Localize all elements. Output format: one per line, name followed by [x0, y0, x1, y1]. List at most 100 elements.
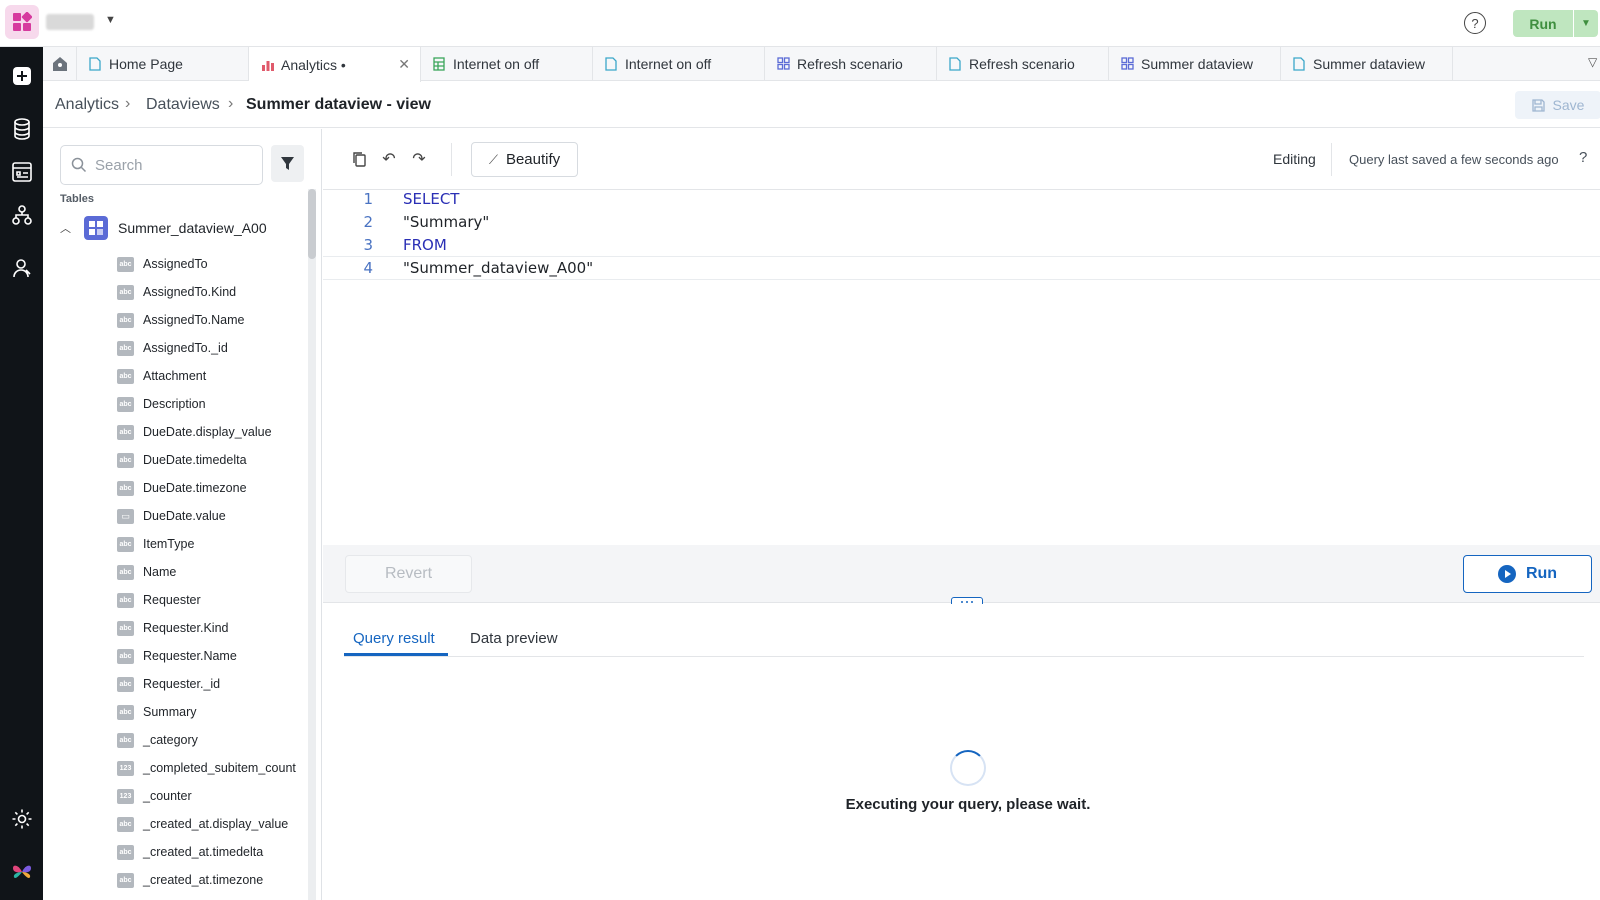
run-dropdown-caret-icon[interactable]: ▼ [1574, 10, 1598, 37]
text-type-icon: abc [117, 816, 134, 832]
database-icon[interactable] [10, 117, 33, 140]
chevron-down-icon[interactable]: ▽ [1588, 55, 1597, 69]
code-text: FROM [403, 236, 447, 254]
tab-query-result[interactable]: Query result [353, 630, 435, 647]
results-panel: Query result Data preview Executing your… [323, 604, 1600, 900]
column-name: Requester.Kind [143, 621, 229, 635]
breadcrumb-dataviews[interactable]: Dataviews [146, 96, 220, 114]
column-item[interactable]: abc Requester [117, 586, 296, 614]
column-item[interactable]: abc DueDate.timedelta [117, 446, 296, 474]
app-logo-icon[interactable] [5, 5, 39, 39]
text-type-icon: abc [117, 648, 134, 664]
column-item[interactable]: ▭ DueDate.value [117, 502, 296, 530]
executing-message: Executing your query, please wait. [845, 796, 1091, 813]
tab-internet-on-off-1[interactable]: Internet on off [421, 47, 593, 81]
run-button[interactable]: Run [1463, 555, 1592, 593]
plus-icon[interactable] [10, 64, 33, 87]
tab-analytics[interactable]: Analytics • ✕ [249, 47, 421, 82]
column-name: AssignedTo [143, 257, 208, 271]
tab-summer-dataview-1[interactable]: Summer dataview [1109, 47, 1281, 81]
help-icon[interactable]: ? [1579, 149, 1587, 166]
save-button[interactable]: Save [1515, 91, 1600, 119]
column-item[interactable]: abc Summary [117, 698, 296, 726]
column-name: _created_at.display_value [143, 817, 289, 831]
workspace-name-blurred[interactable] [46, 14, 94, 30]
tab-label: Internet on off [625, 56, 712, 72]
text-type-icon: abc [117, 592, 134, 608]
copy-icon[interactable] [349, 149, 369, 169]
column-item[interactable]: abc _category [117, 726, 296, 754]
text-type-icon: abc [117, 480, 134, 496]
loading-spinner-icon [950, 750, 986, 786]
column-item[interactable]: abc Description [117, 390, 296, 418]
column-item[interactable]: abc AssignedTo [117, 250, 296, 278]
tab-refresh-scenario-1[interactable]: Refresh scenario [765, 47, 937, 81]
sql-editor[interactable]: 1 SELECT 2 "Summary" 3 FROM 4 "Summer_da… [323, 190, 1600, 545]
tab-label: Home Page [109, 56, 183, 72]
dashboard-icon[interactable] [10, 160, 33, 183]
column-item[interactable]: abc AssignedTo.Kind [117, 278, 296, 306]
text-type-icon: abc [117, 312, 134, 328]
undo-icon[interactable]: ↶ [379, 149, 399, 169]
column-item[interactable]: abc DueDate.display_value [117, 418, 296, 446]
redo-icon[interactable]: ↷ [409, 149, 429, 169]
users-icon[interactable] [10, 256, 33, 279]
filter-button[interactable] [271, 145, 304, 182]
line-number: 4 [363, 259, 373, 277]
text-type-icon: abc [117, 564, 134, 580]
scrollbar-thumb[interactable] [308, 189, 316, 259]
tab-home-page[interactable]: Home Page [77, 47, 249, 81]
page-icon [605, 57, 619, 71]
column-item[interactable]: abc _created_at.timezone [117, 866, 296, 894]
column-name: _category [143, 733, 198, 747]
page-icon [949, 57, 963, 71]
table-item[interactable]: ︿ Summer_dataview_A00 [60, 215, 267, 241]
chevron-up-icon[interactable]: ︿ [60, 220, 74, 236]
question-circle-icon[interactable]: ? [1464, 12, 1486, 34]
floppy-icon [1531, 98, 1545, 112]
tab-summer-dataview-2[interactable]: Summer dataview [1281, 47, 1453, 81]
workspace-caret-icon[interactable]: ▼ [105, 14, 116, 26]
number-type-icon: 123 [117, 760, 134, 776]
column-item[interactable]: abc Requester._id [117, 670, 296, 698]
text-type-icon: abc [117, 284, 134, 300]
sheet-icon [433, 57, 447, 71]
text-type-icon: abc [117, 620, 134, 636]
column-name: _created_at.timezone [143, 873, 264, 887]
home-tab-icon[interactable] [43, 47, 77, 81]
top-run-button[interactable]: Run [1513, 10, 1573, 37]
play-icon [1497, 565, 1516, 583]
close-icon[interactable]: ✕ [398, 56, 410, 73]
tab-internet-on-off-2[interactable]: Internet on off [593, 47, 765, 81]
chevron-right-icon: › [125, 95, 131, 112]
column-item[interactable]: abc ItemType [117, 530, 296, 558]
page-title: Summer dataview - view [246, 96, 431, 113]
column-item[interactable]: 123 _completed_subitem_count [117, 754, 296, 782]
butterfly-logo-icon[interactable] [10, 860, 33, 883]
tab-label: Internet on off [453, 56, 540, 72]
breadcrumb-analytics[interactable]: Analytics [55, 96, 119, 114]
column-item[interactable]: abc Requester.Kind [117, 614, 296, 642]
tab-data-preview[interactable]: Data preview [470, 630, 558, 647]
column-item[interactable]: abc Name [117, 558, 296, 586]
tab-refresh-scenario-2[interactable]: Refresh scenario [937, 47, 1109, 81]
code-line: 3 FROM [323, 233, 1600, 257]
scrollbar-track[interactable] [308, 189, 316, 900]
column-item[interactable]: abc AssignedTo._id [117, 334, 296, 362]
column-item[interactable]: abc AssignedTo.Name [117, 306, 296, 334]
beautify-button[interactable]: ⟋ Beautify [471, 142, 578, 177]
tab-label: Summer dataview [1141, 56, 1254, 72]
hierarchy-icon[interactable] [10, 203, 33, 226]
revert-button[interactable]: Revert [345, 555, 472, 593]
filter-icon [281, 157, 294, 170]
column-item[interactable]: abc DueDate.timezone [117, 474, 296, 502]
column-item[interactable]: abc Requester.Name [117, 642, 296, 670]
toolbar-divider [451, 143, 452, 176]
search-input[interactable]: Search [60, 145, 263, 185]
text-type-icon: abc [117, 872, 134, 888]
column-item[interactable]: 123 _counter [117, 782, 296, 810]
column-item[interactable]: abc _created_at.timedelta [117, 838, 296, 866]
column-item[interactable]: abc Attachment [117, 362, 296, 390]
settings-icon[interactable] [10, 807, 33, 830]
column-item[interactable]: abc _created_at.display_value [117, 810, 296, 838]
